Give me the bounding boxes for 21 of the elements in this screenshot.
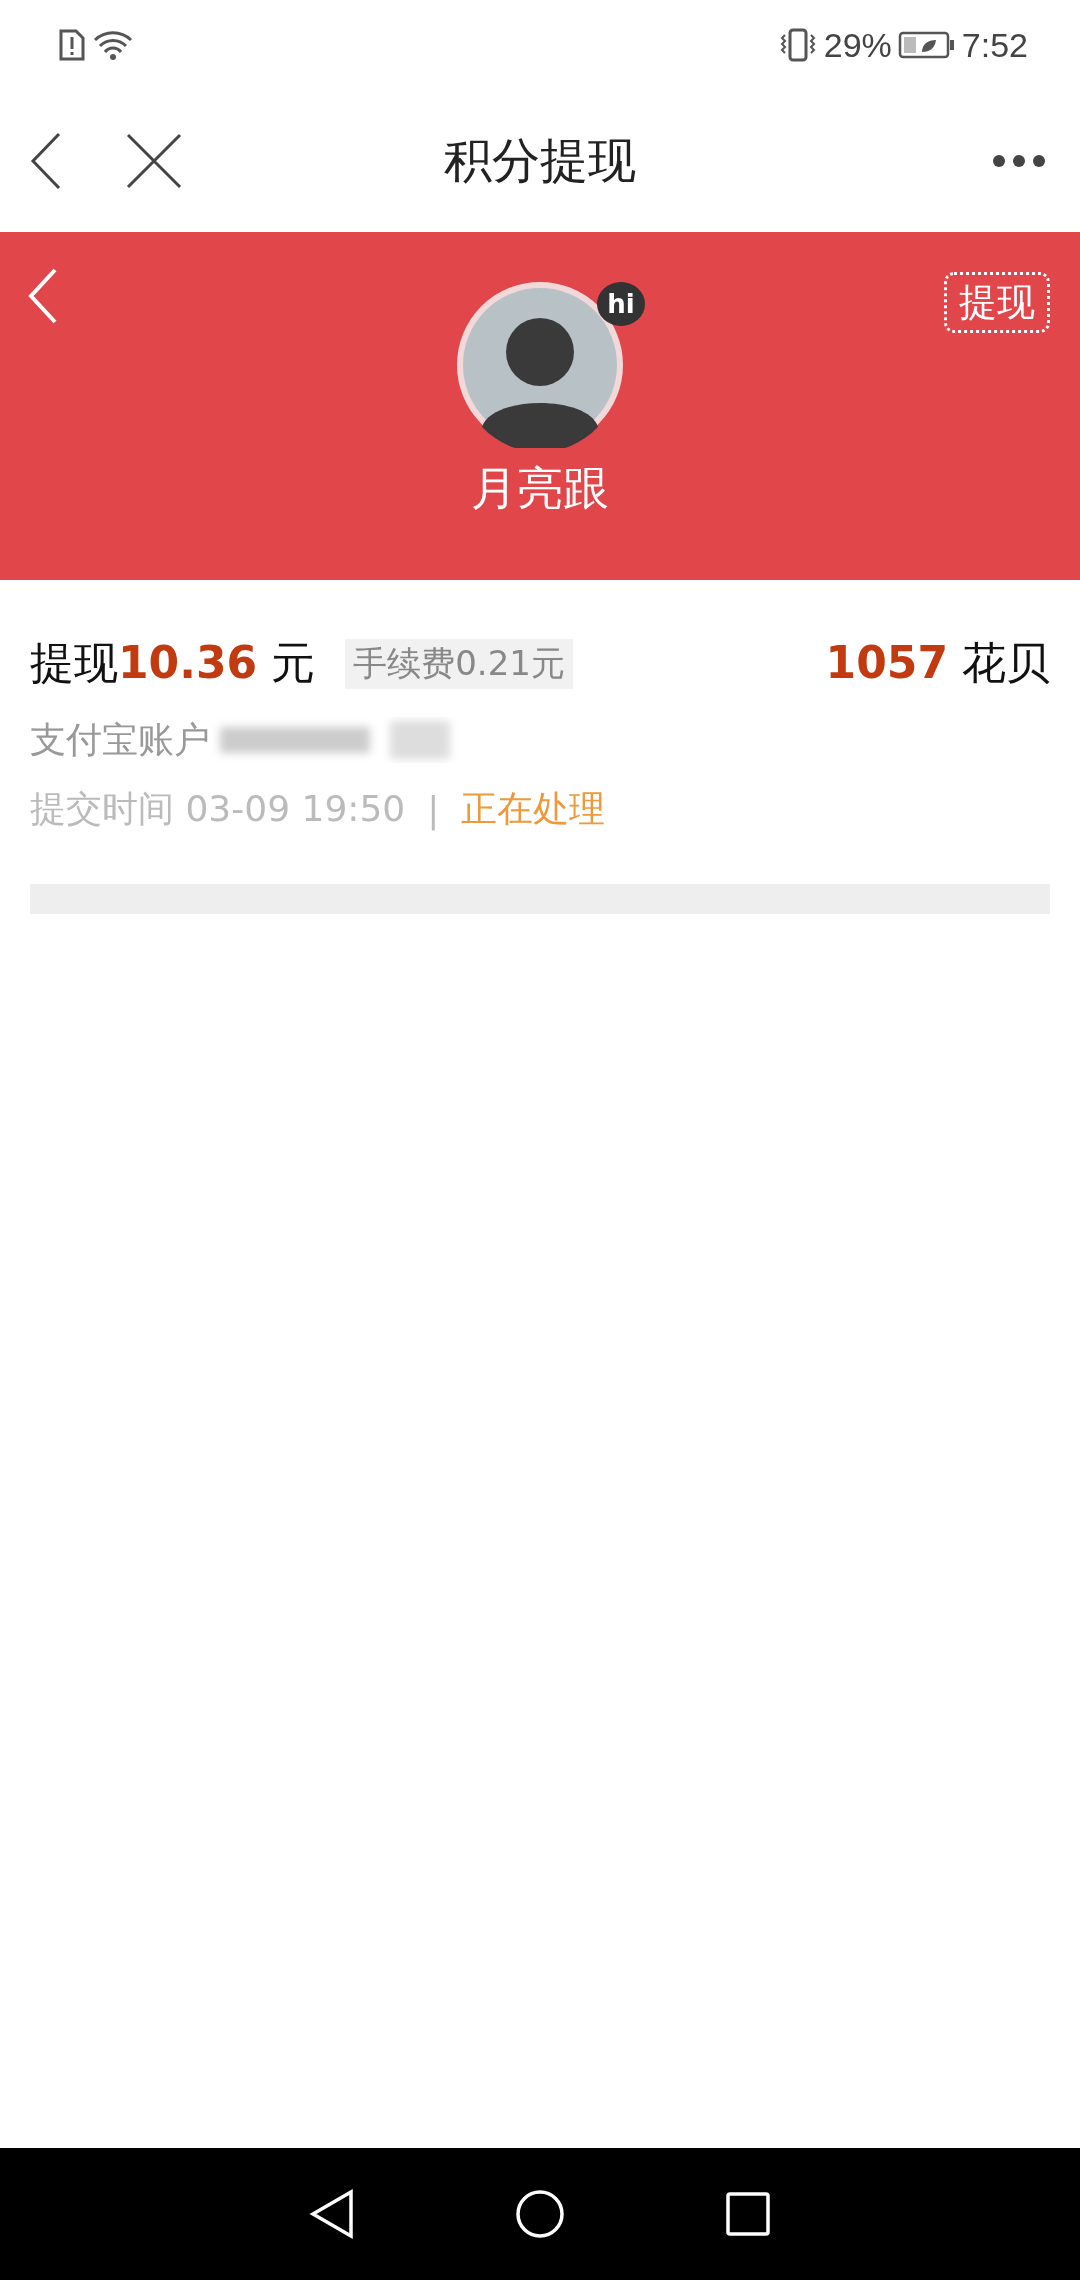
submit-time: 提交时间 03-09 19:50 bbox=[30, 787, 406, 831]
recents-icon[interactable] bbox=[725, 2191, 771, 2237]
back-icon[interactable] bbox=[30, 132, 62, 190]
points-amount: 1057 花贝 bbox=[825, 636, 1050, 690]
withdraw-amount: 提现10.36 元 bbox=[30, 636, 316, 690]
fee-tag: 手续费0.21元 bbox=[345, 638, 573, 689]
battery-icon bbox=[897, 30, 956, 60]
more-icon[interactable] bbox=[992, 154, 1046, 168]
separator-mark: | bbox=[427, 789, 440, 830]
close-icon[interactable] bbox=[126, 133, 182, 189]
withdraw-button[interactable]: 提现 bbox=[944, 272, 1050, 333]
sim-alert-icon bbox=[58, 28, 86, 62]
hi-badge: hi bbox=[597, 282, 645, 326]
page-title: 积分提现 bbox=[444, 131, 636, 190]
home-icon[interactable] bbox=[515, 2189, 565, 2239]
account-label: 支付宝账户 bbox=[30, 717, 210, 762]
user-name: 月亮跟 bbox=[471, 460, 609, 517]
back-icon[interactable] bbox=[309, 2189, 355, 2239]
battery-percent: 29% bbox=[823, 25, 892, 65]
status-text: 正在处理 bbox=[461, 787, 606, 831]
clock-time: 7:52 bbox=[961, 25, 1028, 65]
